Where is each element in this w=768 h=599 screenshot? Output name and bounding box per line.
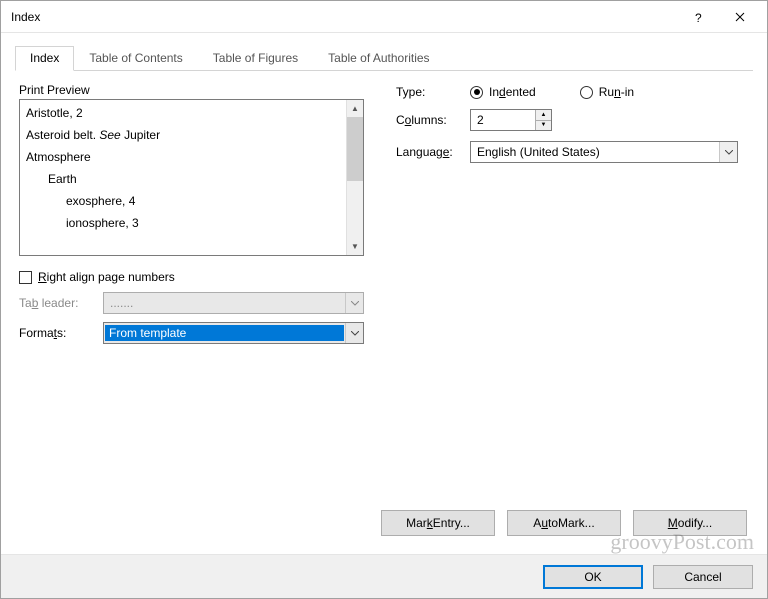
tab-leader-value: ....... [104,296,345,310]
formats-value: From template [105,325,344,341]
close-button[interactable] [719,3,761,31]
right-align-checkbox[interactable] [19,271,32,284]
tab-toc[interactable]: Table of Contents [74,46,197,70]
formats-combo[interactable]: From template [103,322,364,344]
columns-row: Columns: 2 ▲ ▼ [396,109,749,131]
scroll-track[interactable] [347,117,363,238]
language-combo[interactable]: English (United States) [470,141,738,163]
preview-scrollbar[interactable]: ▲ ▼ [346,100,363,255]
automark-button[interactable]: AutoMark... [507,510,621,536]
type-row: Type: Indented Run-in [396,85,749,99]
tab-figures[interactable]: Table of Figures [198,46,313,70]
index-dialog: Index ? Index Table of Contents Table of… [0,0,768,599]
dialog-footer: OK Cancel [1,554,767,598]
mark-entry-button[interactable]: Mark Entry... [381,510,495,536]
scroll-up-icon[interactable]: ▲ [347,100,363,117]
dialog-body: Index Table of Contents Table of Figures… [1,33,767,554]
help-button[interactable]: ? [677,3,719,31]
print-preview-label: Print Preview [19,83,364,97]
tab-leader-label: Tab leader: [19,296,103,310]
type-indented-radio[interactable]: Indented [470,85,536,99]
cancel-button[interactable]: Cancel [653,565,753,589]
chevron-down-icon [345,293,363,313]
language-label: Language: [396,145,470,159]
print-preview: Aristotle, 2Asteroid belt. See JupiterAt… [19,99,364,256]
language-value: English (United States) [471,145,719,159]
spin-up-icon[interactable]: ▲ [536,110,551,121]
scroll-down-icon[interactable]: ▼ [347,238,363,255]
type-label: Type: [396,85,470,99]
scroll-thumb[interactable] [347,117,363,181]
type-runin-radio[interactable]: Run-in [580,85,634,99]
columns-spinner[interactable]: 2 ▲ ▼ [470,109,552,131]
formats-row: Formats: From template [19,322,364,344]
type-indented-label: Indented [489,85,536,99]
spin-down-icon[interactable]: ▼ [536,121,551,131]
columns-label: Columns: [396,113,470,127]
tab-leader-combo: ....... [103,292,364,314]
svg-text:?: ? [695,11,702,24]
tab-panel-index: Print Preview Aristotle, 2Asteroid belt.… [15,71,753,544]
formats-label: Formats: [19,326,103,340]
dialog-title: Index [11,10,677,24]
tabs: Index Table of Contents Table of Figures… [15,45,753,71]
action-buttons: Mark Entry... AutoMark... Modify... [19,504,749,540]
right-align-label: Right align page numbers [38,270,175,284]
modify-button[interactable]: Modify... [633,510,747,536]
right-align-row[interactable]: Right align page numbers [19,270,364,284]
titlebar: Index ? [1,1,767,33]
tab-authorities[interactable]: Table of Authorities [313,46,444,70]
ok-button[interactable]: OK [543,565,643,589]
language-row: Language: English (United States) [396,141,749,163]
chevron-down-icon[interactable] [345,323,363,343]
tab-leader-row: Tab leader: ....... [19,292,364,314]
columns-value[interactable]: 2 [471,110,535,130]
type-runin-label: Run-in [599,85,634,99]
chevron-down-icon[interactable] [719,142,737,162]
tab-index[interactable]: Index [15,46,74,71]
preview-content: Aristotle, 2Asteroid belt. See JupiterAt… [20,100,346,255]
